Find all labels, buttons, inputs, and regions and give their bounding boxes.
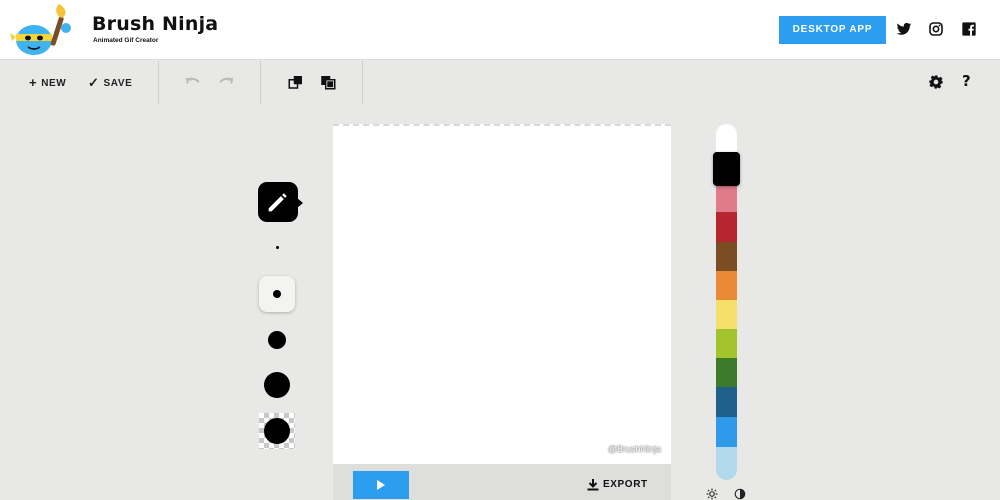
play-button[interactable] [353, 471, 409, 499]
color-swatch-selected[interactable] [713, 152, 740, 186]
undo-icon[interactable] [184, 73, 202, 91]
instagram-icon[interactable] [928, 21, 944, 37]
brush-size-tiny[interactable] [266, 236, 288, 258]
plus-icon: + [29, 75, 38, 90]
desktop-app-button[interactable]: DESKTOP APP [779, 16, 886, 44]
facebook-icon[interactable] [961, 21, 977, 37]
brush-size-small[interactable] [259, 276, 295, 312]
brush-size-dot [264, 372, 290, 398]
settings-icon[interactable] [928, 74, 944, 90]
tool-pointer [297, 198, 303, 208]
color-swatch[interactable] [716, 242, 737, 271]
color-swatch[interactable] [716, 300, 737, 329]
save-label: SAVE [103, 77, 133, 89]
save-button[interactable]: ✓ SAVE [88, 76, 132, 90]
brush-size-large[interactable] [259, 367, 295, 403]
contrast-icon[interactable] [734, 488, 746, 500]
color-swatch[interactable] [716, 387, 737, 417]
pencil-icon [268, 193, 287, 212]
layers-icon[interactable] [319, 73, 337, 91]
color-swatch[interactable] [716, 329, 737, 358]
ninja-mascot-logo[interactable] [10, 0, 80, 60]
brush-size-dot [273, 290, 281, 298]
download-icon [587, 479, 599, 491]
checkmark-icon: ✓ [88, 75, 100, 90]
export-label: EXPORT [603, 479, 648, 490]
new-label: NEW [41, 77, 67, 89]
color-swatch[interactable] [716, 124, 737, 152]
drawing-canvas[interactable]: @BrushNinja [333, 124, 671, 464]
help-icon[interactable]: ? [962, 72, 971, 90]
eraser-dot [264, 418, 290, 444]
toolbar: + NEW ✓ SAVE ? [0, 61, 1000, 104]
export-button[interactable]: EXPORT [587, 478, 648, 491]
onion-skin-icon[interactable] [287, 73, 305, 91]
new-button[interactable]: + NEW [29, 76, 66, 90]
canvas-watermark: @BrushNinja [607, 444, 661, 454]
color-swatch[interactable] [716, 212, 737, 242]
toolbar-divider [260, 61, 261, 104]
color-swatch[interactable] [716, 184, 737, 212]
color-swatch[interactable] [716, 358, 737, 387]
brush-size-dot [268, 331, 286, 349]
color-swatch[interactable] [716, 447, 737, 480]
toolbar-divider [158, 61, 159, 104]
color-swatch[interactable] [716, 417, 737, 447]
brush-size-medium[interactable] [259, 322, 295, 358]
redo-icon[interactable] [217, 73, 235, 91]
toolbar-divider [362, 61, 363, 104]
eraser-button[interactable] [259, 413, 295, 449]
pencil-tool-button[interactable] [258, 182, 303, 222]
app-subtitle: Animated Gif Creator [93, 37, 159, 44]
twitter-icon[interactable] [896, 21, 912, 37]
brush-size-dot [275, 245, 279, 249]
app-header: Brush Ninja Animated Gif Creator DESKTOP… [0, 0, 1000, 60]
color-swatch[interactable] [716, 271, 737, 300]
brightness-icon[interactable] [706, 488, 718, 500]
app-title: Brush Ninja [92, 13, 219, 35]
play-icon [377, 480, 385, 490]
frame-bar: EXPORT [333, 464, 671, 500]
